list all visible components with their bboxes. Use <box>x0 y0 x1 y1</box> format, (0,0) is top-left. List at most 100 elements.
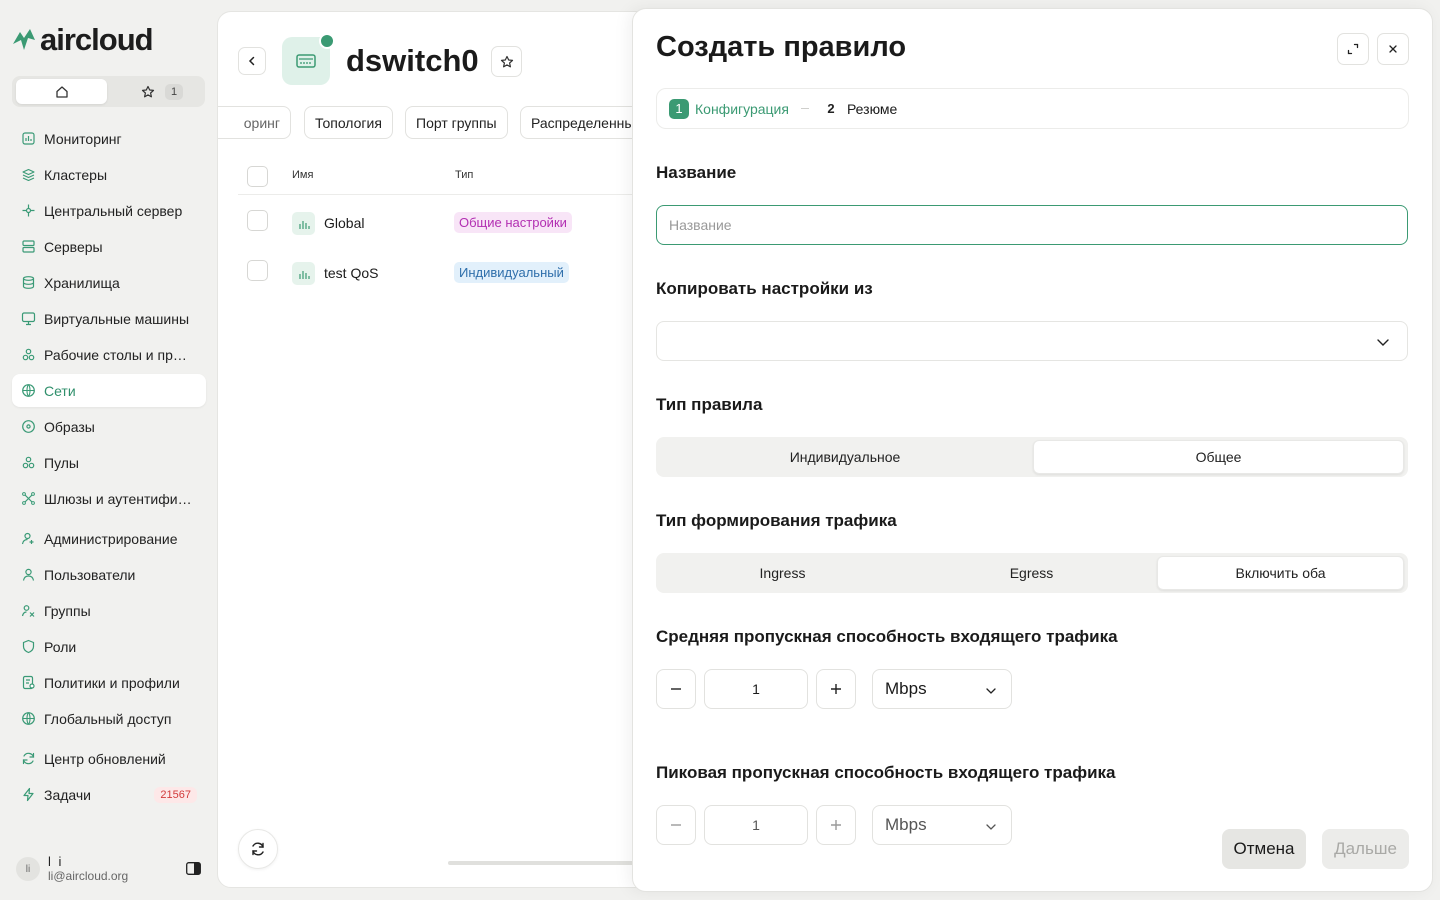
drawer-title: Создать правило <box>656 31 907 63</box>
sidebar-item-policy[interactable]: Политики и профили <box>12 666 206 699</box>
peak-bandwidth-stepper: 1 Mbps <box>656 805 1016 845</box>
tab-monitoring[interactable]: оринг <box>218 106 291 139</box>
rule-type-individual[interactable]: Индивидуальное <box>659 440 1031 474</box>
sidebar-item-refresh[interactable]: Центр обновлений <box>12 742 206 775</box>
sidebar-item-user[interactable]: Пользователи <box>12 558 206 591</box>
minus-icon <box>669 682 683 696</box>
refresh-icon <box>250 841 266 857</box>
peak-bandwidth-input[interactable]: 1 <box>704 805 808 845</box>
favorite-button[interactable] <box>491 46 522 77</box>
sidebar-item-label: Глобальный доступ <box>44 710 172 727</box>
row-checkbox[interactable] <box>247 260 268 281</box>
minus-icon <box>669 818 683 832</box>
sidebar-item-server[interactable]: Серверы <box>12 230 206 263</box>
sidebar-item-layers[interactable]: Кластеры <box>12 158 206 191</box>
chevron-left-icon <box>246 55 258 67</box>
shaping-both[interactable]: Включить оба <box>1157 556 1404 590</box>
sidebar-item-label: Политики и профили <box>44 674 180 691</box>
sidebar-item-disc[interactable]: Образы <box>12 410 206 443</box>
avg-bandwidth-label: Средняя пропускная способность входящего… <box>656 627 1118 646</box>
rule-type-segmented: Индивидуальное Общее <box>656 437 1408 477</box>
step-1-label[interactable]: Конфигурация <box>695 101 789 117</box>
sidebar-switcher: 1 <box>12 76 205 107</box>
step-2-label[interactable]: Резюме <box>847 101 897 117</box>
avg-unit-select[interactable]: Mbps <box>872 669 1012 709</box>
sidebar-item-admin[interactable]: Администрирование <box>12 522 206 555</box>
unit-value: Mbps <box>885 815 927 834</box>
tab-port-groups[interactable]: Порт группы <box>405 106 508 139</box>
step-2-number: 2 <box>827 101 835 116</box>
expand-button[interactable] <box>1337 33 1369 65</box>
main-content: dswitch0 оринг Топология Порт группы Рас… <box>217 11 657 888</box>
refresh-button[interactable] <box>238 829 278 869</box>
refresh-icon <box>21 751 36 766</box>
home-tab[interactable] <box>16 79 107 104</box>
logo-text: aircloud <box>40 22 154 57</box>
sidebar-item-apps[interactable]: Рабочие столы и прил... <box>12 338 206 371</box>
sidebar-item-label: Группы <box>44 602 91 619</box>
row-name[interactable]: test QoS <box>324 265 378 281</box>
cancel-button[interactable]: Отмена <box>1222 829 1306 869</box>
favorites-tab[interactable]: 1 <box>122 79 202 104</box>
server-icon <box>21 239 36 254</box>
apps-icon <box>21 347 36 362</box>
sidebar-item-shield[interactable]: Роли <box>12 630 206 663</box>
home-icon <box>55 85 69 99</box>
sidebar-item-pool[interactable]: Пулы <box>12 446 206 479</box>
sidebar-item-group[interactable]: Группы <box>12 594 206 627</box>
avg-bandwidth-input[interactable]: 1 <box>704 669 808 709</box>
gateway-icon <box>21 491 36 506</box>
horizontal-scrollbar[interactable] <box>448 861 656 865</box>
column-name[interactable]: Имя <box>292 169 313 181</box>
copy-settings-label: Копировать настройки из <box>656 279 873 298</box>
sidebar-item-monitor[interactable]: Виртуальные машины <box>12 302 206 335</box>
sidebar-item-label: Виртуальные машины <box>44 310 190 327</box>
sidebar-item-hub[interactable]: Центральный сервер <box>12 194 206 227</box>
sidebar-item-label: Пулы <box>44 454 79 471</box>
step-1-number: 1 <box>669 98 689 119</box>
row-name[interactable]: Global <box>324 215 364 231</box>
sidebar-item-database[interactable]: Хранилища <box>12 266 206 299</box>
sidebar-item-label: Рабочие столы и прил... <box>44 346 194 363</box>
stepper: 1 Конфигурация 2 Резюме <box>656 88 1409 129</box>
tab-topology[interactable]: Топология <box>304 106 393 139</box>
row-checkbox[interactable] <box>247 210 268 231</box>
shaping-egress[interactable]: Egress <box>908 556 1155 590</box>
avg-bandwidth-stepper: 1 Mbps <box>656 669 1016 709</box>
decrement-button[interactable] <box>656 669 696 709</box>
sidebar-item-world[interactable]: Глобальный доступ <box>12 702 206 735</box>
peak-unit-select[interactable]: Mbps <box>872 805 1012 845</box>
column-type[interactable]: Тип <box>455 169 473 181</box>
table-row[interactable]: test QoS Индивидуальный <box>238 259 656 309</box>
step-separator <box>800 108 809 109</box>
next-button[interactable]: Дальше <box>1322 829 1409 869</box>
sidebar-item-label: Задачи <box>44 786 92 803</box>
user-profile[interactable]: li l i li@aircloud.org <box>16 852 201 886</box>
shaping-type-segmented: Ingress Egress Включить оба <box>656 553 1408 593</box>
logo[interactable]: aircloud <box>10 22 154 58</box>
sidebar-item-bolt[interactable]: Задачи 21567 <box>12 778 206 811</box>
shield-icon <box>21 639 36 654</box>
shaping-ingress[interactable]: Ingress <box>659 556 906 590</box>
copy-settings-select[interactable] <box>656 321 1408 361</box>
sidebar-item-chart[interactable]: Мониторинг <box>12 122 206 155</box>
back-button[interactable] <box>238 47 266 75</box>
table-row[interactable]: Global Общие настройки <box>238 209 656 259</box>
sidebar-item-gateway[interactable]: Шлюзы и аутентифика... <box>12 482 206 515</box>
name-input[interactable] <box>656 205 1408 245</box>
select-all-checkbox[interactable] <box>247 166 268 187</box>
increment-button[interactable] <box>816 669 856 709</box>
increment-button[interactable] <box>816 805 856 845</box>
policy-icon <box>21 675 36 690</box>
plus-icon <box>829 682 843 696</box>
rule-type-common[interactable]: Общее <box>1033 440 1404 474</box>
sidebar-item-globe[interactable]: Сети <box>12 374 206 407</box>
star-icon <box>500 55 514 69</box>
sidebar-toggle-icon[interactable] <box>186 862 201 875</box>
tab-bar: оринг Топология Порт группы Распределенн… <box>218 106 656 140</box>
monitor-icon <box>21 311 36 326</box>
favorites-count: 1 <box>164 83 184 100</box>
chevron-down-icon <box>985 685 997 697</box>
decrement-button[interactable] <box>656 805 696 845</box>
close-button[interactable] <box>1377 33 1409 65</box>
